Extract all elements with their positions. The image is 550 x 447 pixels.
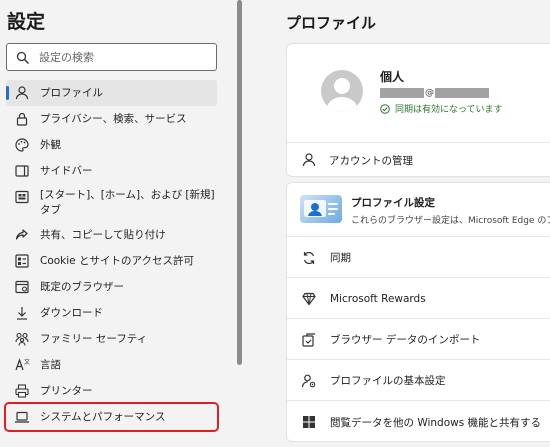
avatar-person-icon xyxy=(326,78,358,112)
sidebar-item-printers[interactable]: プリンター xyxy=(6,378,217,404)
sidebar-item-label: プリンター xyxy=(40,384,93,397)
page-title: プロファイル xyxy=(286,14,377,32)
sidebar-item-appearance[interactable]: 外観 xyxy=(6,132,217,158)
search-input[interactable] xyxy=(39,48,211,67)
sidebar-item-languages[interactable]: 文 言語 xyxy=(6,352,217,378)
sidebar-item-label: [スタート]、[ホーム]、および [新規] タブ xyxy=(40,189,215,216)
family-icon xyxy=(15,332,29,346)
profile-card: 個人 @ 同期は有効になっています アカウントの管理 xyxy=(286,43,550,177)
palette-icon xyxy=(15,138,29,152)
profile-settings-desc: これらのブラウザー設定は、Microsoft Edge のプロ xyxy=(351,216,550,226)
sidebar-item-label: システムとパフォーマンス xyxy=(40,410,166,423)
site-permissions-icon xyxy=(15,254,29,268)
manage-account-label: アカウントの管理 xyxy=(329,154,413,167)
row-import-browser-data[interactable]: ブラウザー データのインポート xyxy=(287,320,550,360)
sync-icon xyxy=(303,251,315,264)
sidebar-item-default-browser[interactable]: 既定のブラウザー xyxy=(6,274,217,300)
sidebar-item-family-safety[interactable]: ファミリー セーフティ xyxy=(6,326,217,352)
row-label: 閲覧データを他の Windows 機能と共有する xyxy=(330,416,542,429)
row-sync[interactable]: 同期 xyxy=(287,238,550,278)
settings-sidebar: 設定 プロファイル プライバシー、検索、サービス 外観 サイドバー [スタート]… xyxy=(0,0,246,447)
sidebar-item-label: ファミリー セーフティ xyxy=(40,332,148,345)
sidebar-item-profile[interactable]: プロファイル xyxy=(6,80,217,106)
avatar[interactable] xyxy=(321,70,363,112)
sidebar-item-label: Cookie とサイトのアクセス許可 xyxy=(40,254,194,267)
lock-icon xyxy=(16,112,28,126)
sidebar-item-label: プロファイル xyxy=(40,86,103,99)
row-profile-preferences[interactable]: プロファイルの基本設定 xyxy=(287,361,550,401)
sidebar-item-privacy[interactable]: プライバシー、検索、サービス xyxy=(6,106,217,132)
sidebar-item-share-copy-paste[interactable]: 共有、コピーして貼り付け xyxy=(6,222,217,248)
sidebar-item-cookies-permissions[interactable]: Cookie とサイトのアクセス許可 xyxy=(6,248,217,274)
redacted-email-domain xyxy=(435,88,489,98)
search-icon xyxy=(16,51,29,64)
divider xyxy=(287,142,550,143)
sidebar-item-downloads[interactable]: ダウンロード xyxy=(6,300,217,326)
row-microsoft-rewards[interactable]: Microsoft Rewards xyxy=(287,279,550,319)
profile-settings-image-icon xyxy=(304,200,338,217)
row-label: Microsoft Rewards xyxy=(330,292,426,305)
download-icon xyxy=(17,307,27,320)
row-label: ブラウザー データのインポート xyxy=(330,334,481,346)
check-circle-icon xyxy=(380,103,390,114)
profile-settings-illustration xyxy=(300,195,342,223)
sidebar-item-label: サイドバー xyxy=(40,164,93,177)
person-icon xyxy=(302,153,316,167)
sidebar-item-label: ダウンロード xyxy=(40,306,103,319)
redacted-email-user xyxy=(380,88,424,98)
sidebar-title: 設定 xyxy=(7,11,46,33)
sidebar-item-system-performance[interactable]: システムとパフォーマンス xyxy=(4,402,219,432)
sidebar-item-label: 既定のブラウザー xyxy=(40,280,124,293)
profile-name: 個人 xyxy=(380,70,405,84)
sidebar-item-label: 共有、コピーして貼り付け xyxy=(40,228,166,241)
windows-icon xyxy=(303,416,315,428)
row-share-browsing-data-windows[interactable]: 閲覧データを他の Windows 機能と共有する xyxy=(287,402,550,441)
sidebar-item-sidebar[interactable]: サイドバー xyxy=(6,158,217,184)
share-icon xyxy=(15,229,28,240)
sidebar-item-label: 外観 xyxy=(40,138,61,151)
sidebar-scrollbar[interactable] xyxy=(237,0,242,365)
row-label: 同期 xyxy=(330,252,351,264)
sync-status: 同期は有効になっています xyxy=(380,102,503,115)
default-browser-icon xyxy=(15,280,29,294)
profile-email: @ xyxy=(380,87,489,99)
search-box[interactable] xyxy=(6,43,217,71)
sync-status-text: 同期は有効になっています xyxy=(395,105,503,115)
sidebar-item-label: 言語 xyxy=(40,358,61,371)
settings-nav: プロファイル プライバシー、検索、サービス 外観 サイドバー [スタート]、[ホ… xyxy=(4,80,219,432)
profile-icon xyxy=(15,86,29,100)
row-label: プロファイルの基本設定 xyxy=(330,375,446,387)
profile-settings-header: プロファイル設定 これらのブラウザー設定は、Microsoft Edge のプロ xyxy=(287,183,550,237)
manage-account-link[interactable]: アカウントの管理 xyxy=(301,148,413,172)
sidebar-icon xyxy=(15,165,29,177)
svg-text:文: 文 xyxy=(24,358,30,366)
profile-settings-card: プロファイル設定 これらのブラウザー設定は、Microsoft Edge のプロ… xyxy=(286,182,550,442)
profile-settings-title: プロファイル設定 xyxy=(351,197,435,209)
printer-icon xyxy=(15,384,29,398)
email-at-sign: @ xyxy=(425,88,434,98)
start-page-icon xyxy=(15,190,29,204)
sidebar-item-start-home-new-tab[interactable]: [スタート]、[ホーム]、および [新規] タブ xyxy=(6,184,217,222)
profile-preferences-icon xyxy=(301,374,316,387)
rewards-icon xyxy=(302,292,316,305)
import-icon xyxy=(302,332,315,347)
language-icon: 文 xyxy=(15,358,30,371)
laptop-icon xyxy=(15,411,29,423)
sidebar-item-label: プライバシー、検索、サービス xyxy=(40,112,187,125)
